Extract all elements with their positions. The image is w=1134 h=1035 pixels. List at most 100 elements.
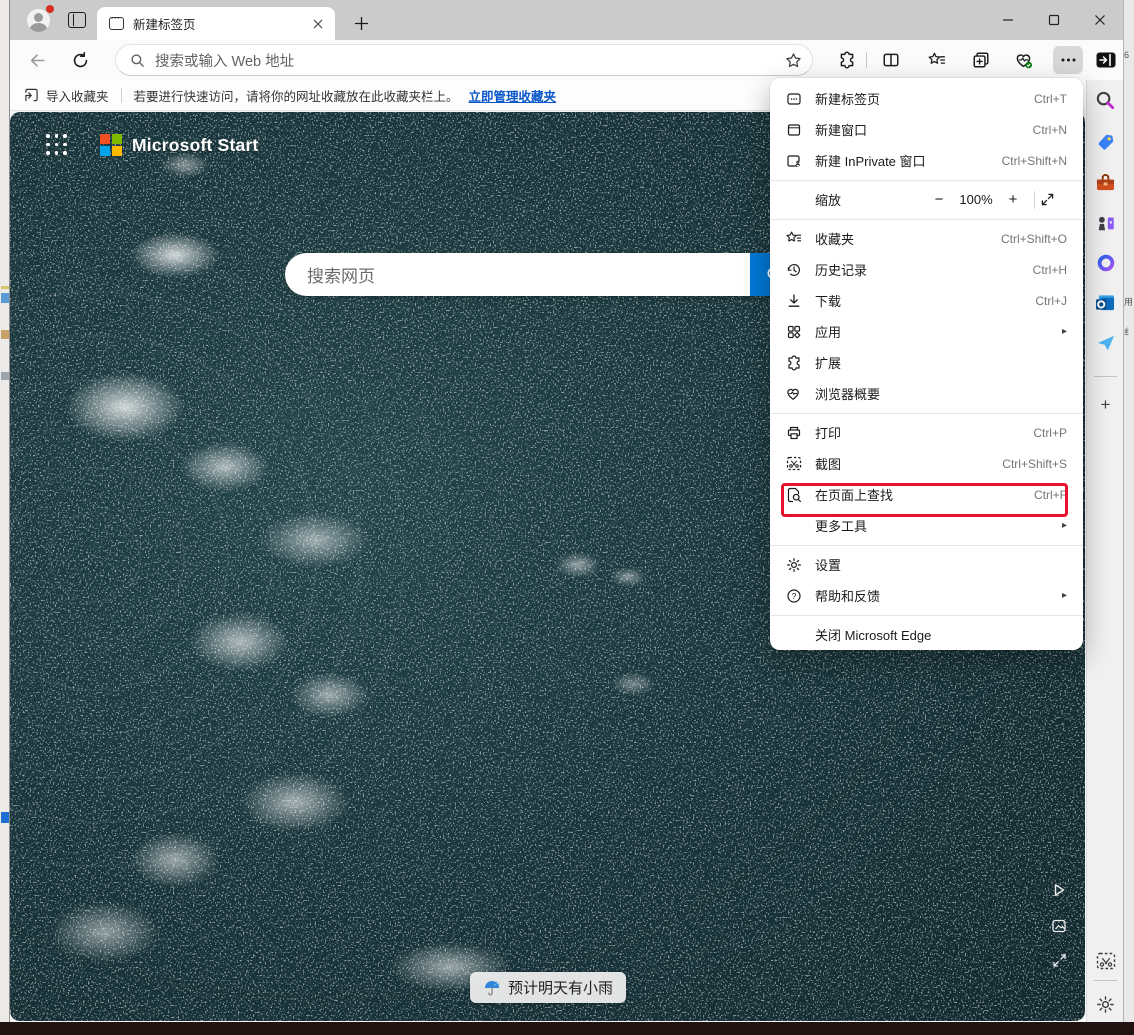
import-favorites-icon [24, 88, 39, 102]
weather-badge[interactable]: 预计明天有小雨 [470, 972, 626, 1003]
browser-essentials-icon[interactable] [1009, 46, 1039, 74]
menu-item-settings[interactable]: 设置 [770, 549, 1083, 580]
settings-and-more-icon[interactable] [1053, 46, 1083, 74]
menu-item-new-tab[interactable]: 新建标签页 Ctrl+T [770, 83, 1083, 114]
new-window-icon [785, 121, 802, 138]
background-image-icon[interactable] [1047, 914, 1071, 938]
menu-item-find-on-page[interactable]: 在页面上查找 Ctrl+F [770, 479, 1083, 510]
desktop-bottom-strip [0, 1022, 1134, 1035]
left-sliver-mark [1, 330, 9, 339]
menu-item-label: 新建窗口 [815, 120, 1033, 139]
sidebar-divider [1094, 980, 1117, 981]
right-sliver-glyph: 用 [1124, 295, 1134, 308]
sidebar-outlook-icon[interactable] [1093, 290, 1118, 315]
app-launcher-icon[interactable] [46, 134, 68, 156]
menu-item-more-tools[interactable]: 更多工具 ▸ [770, 510, 1083, 541]
menu-item-new-window[interactable]: 新建窗口 Ctrl+N [770, 114, 1083, 145]
split-screen-icon[interactable] [876, 46, 906, 74]
menu-item-favorites[interactable]: 收藏夹 Ctrl+Shift+O [770, 223, 1083, 254]
back-icon[interactable] [22, 46, 52, 74]
sidebar-toolbox-icon[interactable] [1093, 170, 1118, 195]
menu-divider [770, 541, 1083, 549]
menu-item-extensions[interactable]: 扩展 [770, 347, 1083, 378]
menu-item-apps[interactable]: 应用 ▸ [770, 316, 1083, 347]
menu-item-label: 新建标签页 [815, 89, 1034, 108]
maximize-button[interactable] [1031, 0, 1077, 40]
profile-avatar[interactable] [27, 9, 50, 32]
menu-item-help-and-feedback[interactable]: ? 帮助和反馈 ▸ [770, 580, 1083, 611]
tab-new-tab-page[interactable]: 新建标签页 [97, 7, 335, 40]
sidebar-drop-icon[interactable] [1093, 330, 1118, 355]
menu-item-print[interactable]: 打印 Ctrl+P [770, 417, 1083, 448]
menu-item-shortcut: Ctrl+N [1033, 123, 1067, 137]
favorite-star-icon[interactable] [785, 52, 802, 69]
window-controls [985, 0, 1123, 40]
menu-item-close-edge[interactable]: 关闭 Microsoft Edge [770, 619, 1083, 650]
no-icon [785, 517, 802, 534]
left-sliver-mark [1, 372, 9, 380]
sidebar-games-icon[interactable] [1093, 210, 1118, 235]
submenu-arrow-icon: ▸ [1062, 590, 1067, 601]
address-bar[interactable]: 搜索或输入 Web 地址 [115, 44, 813, 76]
menu-item-shortcut: Ctrl+P [1033, 426, 1067, 440]
refresh-icon[interactable] [65, 46, 95, 74]
right-sliver-glyph: 纟 [1124, 325, 1134, 338]
page-search-input[interactable]: 搜索网页 [285, 253, 750, 296]
import-favorites-button[interactable]: 导入收藏夹 [24, 86, 109, 105]
fullscreen-expand-icon[interactable] [1047, 948, 1071, 972]
menu-item-downloads[interactable]: 下载 Ctrl+J [770, 285, 1083, 316]
menu-divider [770, 215, 1083, 223]
menu-item-browser-essentials[interactable]: 浏览器概要 [770, 378, 1083, 409]
collections-icon[interactable] [966, 46, 996, 74]
menu-item-shortcut: Ctrl+H [1033, 263, 1067, 277]
titlebar: 新建标签页 [10, 0, 1123, 40]
menu-item-history[interactable]: 历史记录 Ctrl+H [770, 254, 1083, 285]
menu-item-label: 设置 [815, 555, 1067, 574]
favbar-hint-text: 若要进行快速访问，请将你的网址收藏放在此收藏夹栏上。 [134, 86, 459, 105]
menu-item-label: 下载 [815, 291, 1035, 310]
sidebar-search-icon[interactable] [1093, 88, 1118, 113]
sidebar-shopping-icon[interactable] [1093, 129, 1118, 154]
menu-item-screenshot[interactable]: 截图 Ctrl+Shift+S [770, 448, 1083, 479]
edge-browser-screenshot: { "titlebar": { "tab_title": "新建标签页" }, … [0, 0, 1134, 1035]
sidebar-settings-icon[interactable] [1093, 992, 1118, 1017]
extensions-icon[interactable] [832, 46, 862, 74]
sidebar-microsoft365-icon[interactable] [1093, 250, 1118, 275]
menu-item-label: 扩展 [815, 353, 1067, 372]
tab-title: 新建标签页 [133, 14, 309, 33]
background-window-left-sliver [0, 0, 10, 1022]
favorites-list-icon[interactable] [921, 46, 951, 74]
right-sliver-glyph: 6 [1124, 50, 1134, 60]
new-tab-button[interactable] [348, 10, 374, 36]
minimize-button[interactable] [985, 0, 1031, 40]
menu-item-new-inprivate-window[interactable]: 新建 InPrivate 窗口 Ctrl+Shift+N [770, 145, 1083, 176]
submenu-arrow-icon: ▸ [1062, 326, 1067, 337]
favorites-icon [785, 230, 802, 247]
toolbar-divider [866, 52, 867, 68]
left-sliver-mark [1, 812, 9, 823]
workspaces-icon[interactable] [68, 12, 86, 28]
no-icon [785, 626, 802, 643]
settings-and-more-menu: 新建标签页 Ctrl+T 新建窗口 Ctrl+N 新建 InPrivate 窗口… [770, 78, 1083, 650]
play-video-icon[interactable] [1047, 878, 1071, 902]
sidebar-add-icon[interactable]: + [1093, 392, 1118, 417]
zoom-out-button[interactable]: − [924, 191, 954, 208]
avatar-head [34, 13, 43, 22]
brand-title: Microsoft Start [132, 135, 258, 156]
manage-favorites-link[interactable]: 立即管理收藏夹 [469, 86, 557, 105]
menu-item-label: 历史记录 [815, 260, 1033, 279]
weather-text: 预计明天有小雨 [508, 977, 613, 998]
address-input[interactable]: 搜索或输入 Web 地址 [155, 50, 785, 71]
favbar-divider [121, 88, 122, 103]
fullscreen-icon[interactable] [1041, 193, 1071, 206]
left-sliver-mark [1, 286, 9, 289]
page-search-box[interactable]: 搜索网页 [285, 253, 798, 296]
settings-gear-icon [785, 556, 802, 573]
menu-divider [770, 409, 1083, 417]
sidebar-screenshot-icon[interactable] [1093, 948, 1118, 973]
menu-item-zoom: 缩放 − 100% + [770, 184, 1083, 215]
zoom-in-button[interactable]: + [998, 191, 1028, 208]
tab-close-icon[interactable] [309, 15, 327, 33]
close-button[interactable] [1077, 0, 1123, 40]
sidebar-toggle-icon[interactable] [1091, 46, 1121, 74]
